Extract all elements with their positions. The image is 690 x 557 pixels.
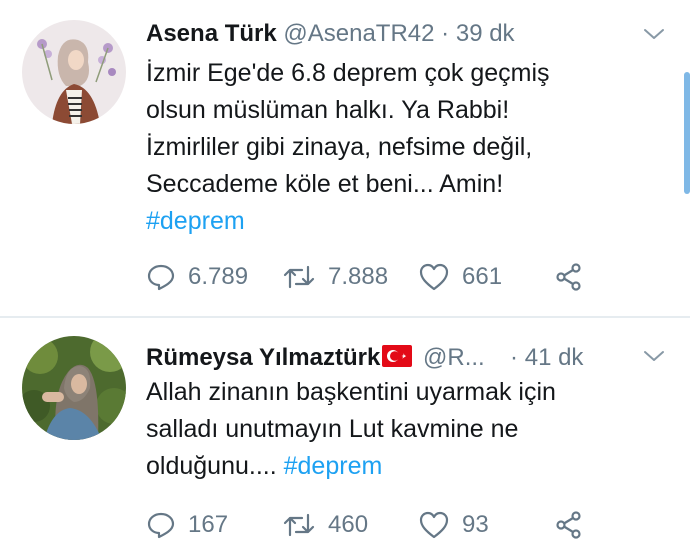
reply-count: 6.789 [188,263,249,290]
timestamp[interactable]: 41 dk [525,344,584,371]
tweet-text-line: İzmir Ege'de 6.8 deprem çok geçmiş [146,59,550,87]
tweet[interactable]: Rümeysa Yılmaztürk @R... · 41 dk Allah z… [0,318,690,557]
scrollbar[interactable] [684,72,690,194]
tweet-text-fragment: olduğunu.... [146,452,277,480]
avatar[interactable] [22,20,126,124]
author-name[interactable]: Rümeysa Yılmaztürk [146,344,380,371]
avatar[interactable] [22,336,126,440]
heart-icon [419,511,449,539]
like-count: 93 [462,511,489,538]
hashtag-link[interactable]: #deprem [284,452,383,480]
tweet-text-line: İzmirliler gibi zinaya, nefsime değil, [146,133,533,161]
tweet-header: Asena Türk @AsenaTR42 · 39 dk [146,16,515,52]
avatar-image [22,336,126,440]
share-button[interactable] [554,257,596,297]
tweet-text-line: Seccademe köle et beni... Amin! [146,170,504,198]
reply-icon [147,512,175,539]
reply-button[interactable]: 167 [146,505,228,545]
author-handle[interactable]: @AsenaTR42 [283,20,434,47]
like-button[interactable]: 93 [418,505,489,545]
separator-dot: · [510,344,519,371]
separator-dot: · [441,20,450,47]
chevron-down-icon[interactable] [642,22,666,46]
tweet-actions: 6.789 7.888 661 [146,257,626,297]
retweet-count: 460 [328,511,369,538]
tweet-actions: 167 460 93 [146,505,626,545]
tweet[interactable]: Asena Türk @AsenaTR42 · 39 dk İzmir Ege'… [0,0,690,316]
chevron-down-icon[interactable] [642,344,666,368]
turkey-flag-icon [382,345,413,367]
share-icon [556,263,581,291]
reply-count: 167 [188,511,229,538]
heart-icon [419,263,449,291]
tweet-text: Allah zinanın başkentini uyarmak için sa… [146,374,666,485]
retweet-icon [283,513,315,537]
tweet-text: İzmir Ege'de 6.8 deprem çok geçmiş olsun… [146,55,666,240]
share-icon [556,511,581,539]
tweet-text-line: Allah zinanın başkentini uyarmak için [146,378,556,406]
like-button[interactable]: 661 [418,257,502,297]
author-name[interactable]: Asena Türk [146,20,277,47]
tweet-text-line: olduğunu.... #deprem [146,448,666,485]
avatar-image [22,20,126,124]
tweet-text-line: salladı unutmayın Lut kavmine ne [146,415,519,443]
reply-button[interactable]: 6.789 [146,257,248,297]
retweet-icon [283,265,315,289]
author-handle[interactable]: @R... [423,344,485,371]
reply-icon [147,264,175,291]
timestamp[interactable]: 39 dk [456,20,515,47]
tweet-header: Rümeysa Yılmaztürk @R... · 41 dk [146,340,583,376]
retweet-count: 7.888 [328,263,389,290]
share-button[interactable] [554,505,596,545]
retweet-button[interactable]: 460 [282,505,368,545]
retweet-button[interactable]: 7.888 [282,257,388,297]
tweet-text-line: olsun müslüman halkı. Ya Rabbi! [146,96,510,124]
hashtag-link[interactable]: #deprem [146,203,666,240]
like-count: 661 [462,263,503,290]
